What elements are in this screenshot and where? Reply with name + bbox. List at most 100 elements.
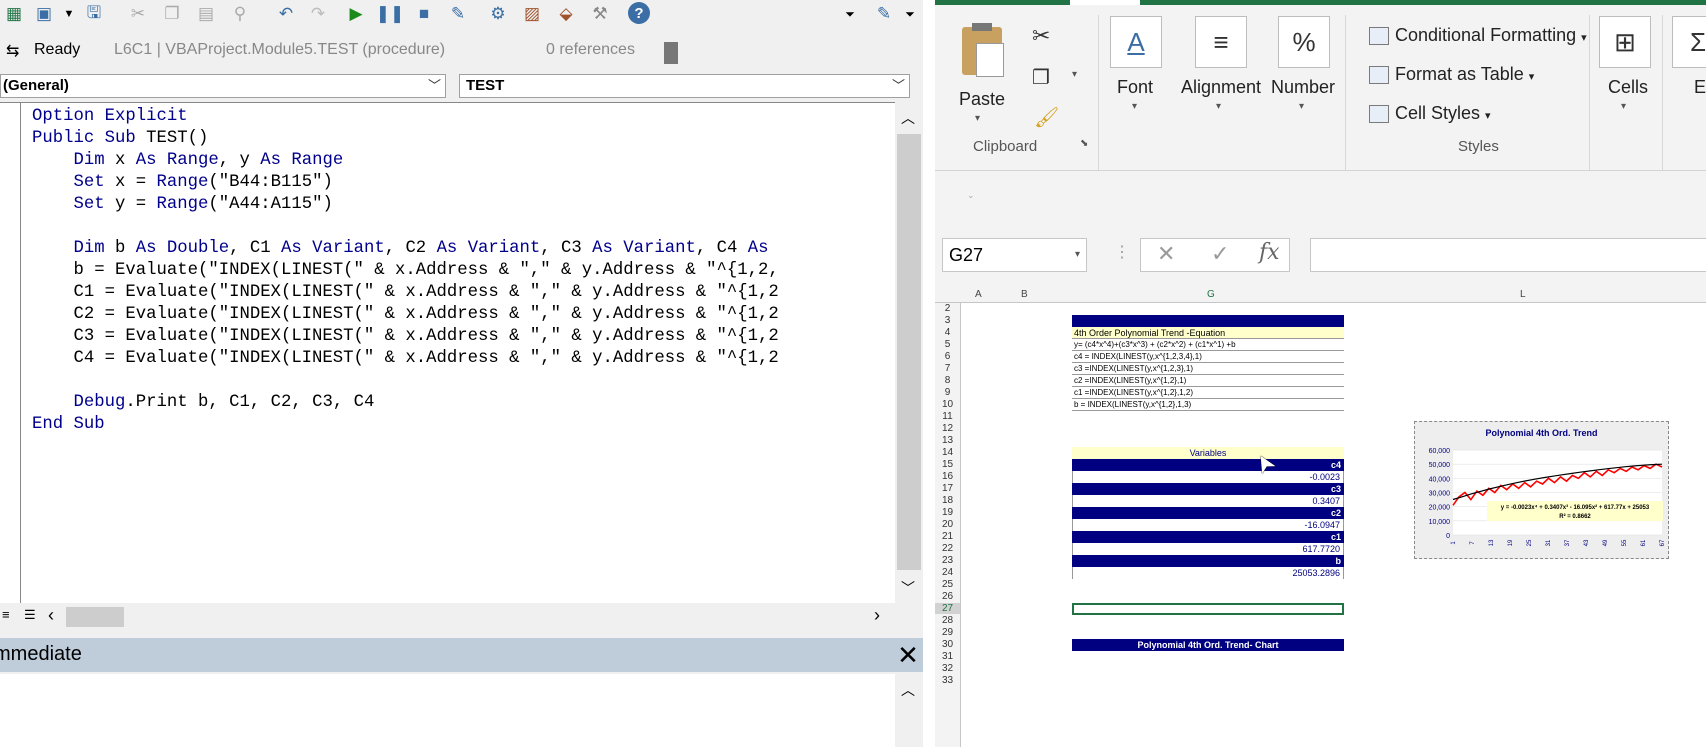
row-header[interactable]: 23 [935,555,960,566]
row-header[interactable]: 27 [935,603,960,614]
code-line[interactable]: C3 = Evaluate("INDEX(LINEST(" & x.Addres… [32,327,778,346]
cancel-icon[interactable]: ✕ [1157,241,1175,267]
toolbar-overflow-icon-2[interactable]: ⏷ [898,2,922,26]
variables-title[interactable]: Variables [1072,447,1344,459]
code-line[interactable]: Set x = Range("B44:B115") [32,173,332,192]
row-header[interactable]: 22 [935,543,960,554]
format-as-table-button[interactable]: Format as Table ▾ [1369,64,1534,85]
eq-header-band[interactable] [1072,315,1344,327]
row-header[interactable]: 21 [935,531,960,542]
variable-value[interactable]: 25053.2896 [1072,567,1344,579]
run-icon[interactable]: ▶ [344,2,368,26]
code-horizontal-scrollbar[interactable]: ≡ ☰ ‹ › [0,603,923,631]
row-header[interactable]: 4 [935,327,960,338]
paste-button[interactable]: Paste [959,89,1005,110]
trend-chart[interactable]: Polynomial 4th Ord. Trend 60,000 50,000 40… [1414,421,1669,559]
object-combo[interactable]: (General) ﹀ [0,74,446,98]
properties-icon[interactable]: ▨ [520,2,544,26]
code-text[interactable]: Option Explicit Public Sub TEST() Dim x … [32,106,779,436]
row-header[interactable]: 5 [935,339,960,350]
code-window[interactable]: Option Explicit Public Sub TEST() Dim x … [0,102,895,603]
formula-input[interactable] [1310,238,1706,272]
row-header[interactable]: 7 [935,363,960,374]
procedure-combo[interactable]: TEST ﹀ [459,74,910,98]
variable-value[interactable]: -16.0947 [1072,519,1344,531]
row-header[interactable]: 33 [935,675,960,686]
undo-icon[interactable]: ↶ [274,2,298,26]
design-mode-icon[interactable]: ✎ [446,2,470,26]
redo-icon[interactable]: ↷ [306,2,330,26]
chevron-down-icon[interactable]: ▾ [975,113,980,124]
code-line[interactable]: C1 = Evaluate("INDEX(LINEST(" & x.Addres… [32,283,778,302]
row-header[interactable]: 16 [935,471,960,482]
scroll-up-icon[interactable]: ︿ [901,108,915,128]
code-line[interactable]: C2 = Evaluate("INDEX(LINEST(" & x.Addres… [32,305,778,324]
quick-access-caret-icon[interactable]: ⌄ [967,190,975,201]
variable-label[interactable]: c1 [1072,531,1344,543]
row-header[interactable]: 19 [935,507,960,518]
equation-row[interactable]: c1 =INDEX(LINEST(y,x^{1,2},1,2) [1072,387,1344,399]
worksheet-grid[interactable]: ABGL 2 3 4 5 6 7 8 9 10 11 12 13 14 15 16 17 18 19 20 21 22 2… [935,288,1706,747]
scroll-left-icon[interactable]: ‹ [48,605,54,626]
font-icon[interactable]: A [1110,16,1162,68]
close-icon[interactable]: ✕ [893,641,923,669]
font-button[interactable]: Font [1117,77,1153,98]
equation-row[interactable]: c3 =INDEX(LINEST(y,x^{1,2,3},1) [1072,363,1344,375]
cells-button[interactable]: Cells [1608,77,1648,98]
row-header[interactable]: 32 [935,663,960,674]
column-header[interactable]: B [1021,289,1028,300]
alignment-button[interactable]: Alignment [1181,77,1261,98]
row-header[interactable]: 2 [935,303,960,314]
column-header[interactable]: G [1207,289,1215,300]
name-box[interactable]: G27 ▾ [942,238,1087,272]
insert-userform-icon[interactable]: ▣ [32,2,56,26]
immediate-window[interactable] [0,674,895,747]
code-line[interactable]: Debug.Print b, C1, C2, C3, C4 [32,393,374,412]
equation-row[interactable]: b = INDEX(LINEST(y,x^{1,2},1,3) [1072,399,1344,411]
full-module-view-icon[interactable]: ☰ [24,607,36,623]
code-margin[interactable] [0,103,21,603]
procedure-view-icon[interactable]: ≡ [2,607,10,622]
equation-row[interactable]: y= (c4*x^4)+(c3*x^3) + (c2*x^2) + (c1*x^… [1072,339,1344,351]
editing-button[interactable]: E [1694,77,1706,98]
dialog-launcher-icon[interactable]: ⬊ [1080,138,1088,149]
code-line[interactable]: Option Explicit [32,107,188,126]
row-header[interactable]: 20 [935,519,960,530]
chevron-down-icon[interactable]: ▼ [57,2,81,26]
row-header[interactable]: 17 [935,483,960,494]
variable-value[interactable]: 0.3407 [1072,495,1344,507]
conditional-formatting-button[interactable]: Conditional Formatting ▾ [1369,25,1587,46]
row-header[interactable]: 30 [935,639,960,650]
column-header[interactable]: L [1520,289,1526,300]
equation-row[interactable]: c2 =INDEX(LINEST(y,x^{1,2},1) [1072,375,1344,387]
variable-label[interactable]: b [1072,555,1344,567]
insert-function-icon[interactable]: fx [1259,240,1280,265]
cells-icon[interactable]: ⊞ [1599,16,1651,68]
row-header[interactable]: 18 [935,495,960,506]
code-line[interactable]: Set y = Range("A44:A115") [32,195,332,214]
scroll-right-icon[interactable]: › [874,605,880,626]
variable-label[interactable]: c4 [1072,459,1344,471]
edit-toolbar-icon[interactable]: ✎ [872,2,896,26]
row-header[interactable]: 24 [935,567,960,578]
scroll-down-icon[interactable]: ﹀ [901,578,915,598]
chart-banner[interactable]: Polynomial 4th Ord. Trend- Chart [1072,639,1344,651]
scrollbar-thumb[interactable] [66,607,124,627]
row-header[interactable]: 15 [935,459,960,470]
variable-label[interactable]: c3 [1072,483,1344,495]
status-grip-icon[interactable] [664,42,678,64]
row-header[interactable]: 29 [935,627,960,638]
chevron-down-icon[interactable]: ▾ [1132,101,1137,112]
alignment-icon[interactable]: ≡ [1195,16,1247,68]
chevron-down-icon[interactable]: ▾ [1299,101,1304,112]
row-header[interactable]: 6 [935,351,960,362]
chevron-down-icon[interactable]: ▾ [1621,101,1626,112]
selected-cell[interactable] [1072,603,1344,615]
code-vertical-scrollbar[interactable]: ︿ ﹀ [895,102,923,602]
excel-view-icon[interactable]: ▦ [2,2,26,26]
column-header[interactable]: A [975,289,982,300]
code-line[interactable]: b = Evaluate("INDEX(LINEST(" & x.Address… [32,261,778,280]
chevron-down-icon[interactable]: ▾ [1216,101,1221,112]
paste-icon[interactable] [962,23,1004,77]
cut-icon[interactable]: ✂ [1032,23,1050,49]
